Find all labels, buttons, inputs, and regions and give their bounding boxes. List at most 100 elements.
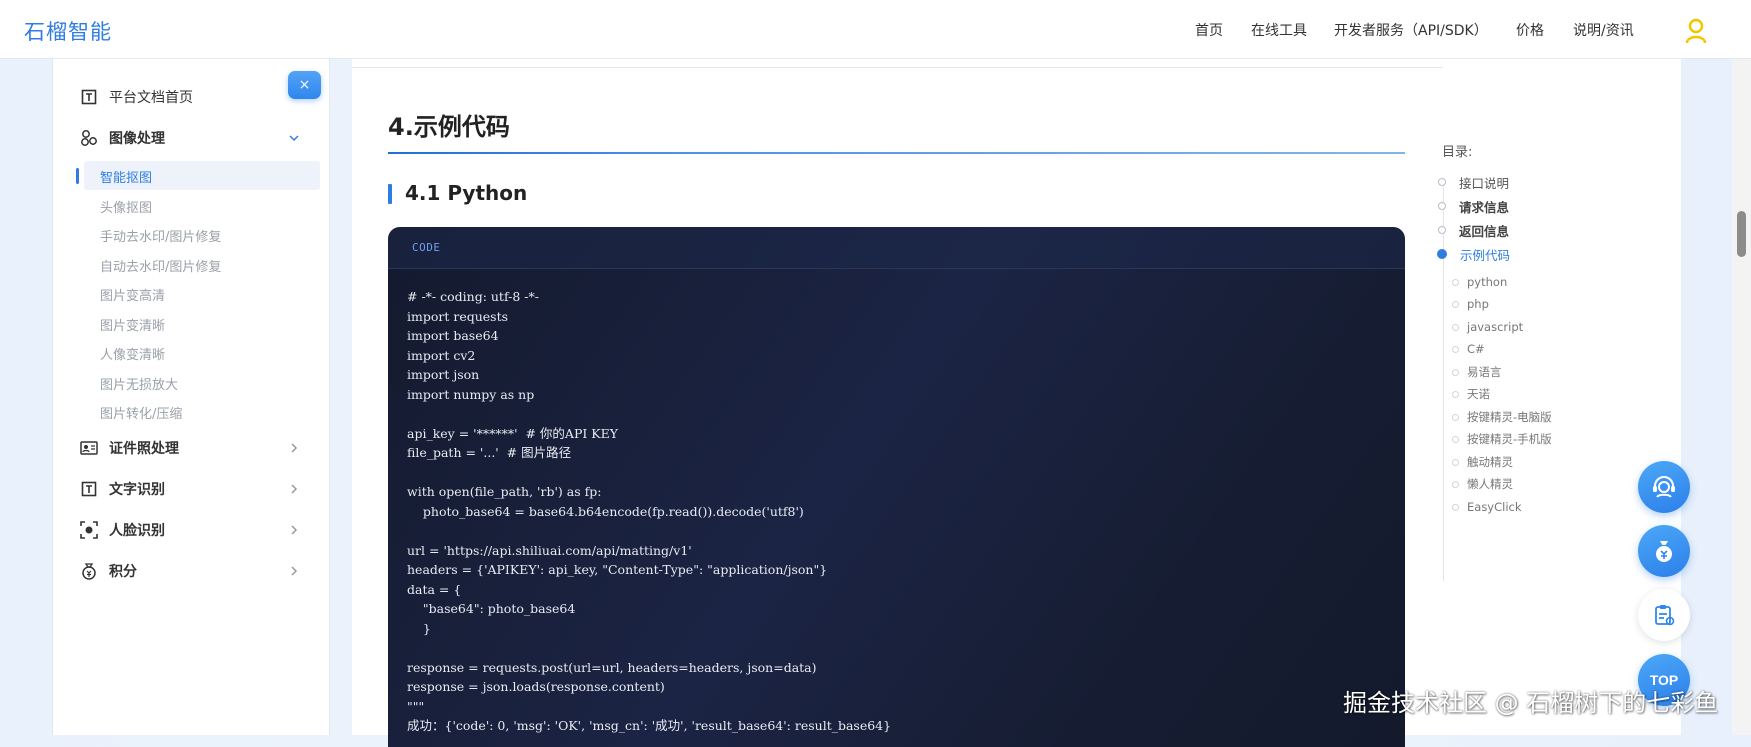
sidebar-group-ocr[interactable]: 文字识别 [79,478,165,500]
sidebar-subitem-hd[interactable]: 图片变高清 [100,285,165,304]
toc-sub-lazy-sprite[interactable]: 懒人精灵 [1452,476,1513,492]
user-icon[interactable] [1684,18,1708,44]
top-header: 石榴智能 首页 在线工具 开发者服务（API/SDK） 价格 说明/资讯 [0,0,1751,59]
toc-sub-label: python [1467,275,1508,289]
sidebar-group-label: 文字识别 [109,482,165,498]
code-content[interactable]: # -*- coding: utf-8 -*- import requests im… [407,287,891,736]
code-language-label: CODE [412,241,441,254]
page-scrollbar[interactable] [1732,59,1751,735]
toc-item-label: 示例代码 [1460,247,1511,263]
toc-sub-touch-sprite[interactable]: 触动精灵 [1452,454,1513,470]
nav-home[interactable]: 首页 [1195,20,1223,40]
nav-docs-news[interactable]: 说明/资讯 [1573,20,1634,40]
toc-sub-javascript[interactable]: javascript [1452,319,1524,335]
chevron-right-icon[interactable] [287,523,301,537]
toc-dot [1452,435,1459,443]
code-line: response = json.loads(response.content) [407,679,665,694]
toc-item-label: 请求信息 [1459,199,1510,215]
points-button[interactable] [1638,525,1690,577]
chevron-down-icon[interactable] [287,131,301,145]
main-content: 4.示例代码 4.1 Python CODE # -*- coding: utf… [352,59,1681,747]
sidebar-group-face[interactable]: 人脸识别 [79,519,165,541]
toc-dot [1452,458,1459,466]
money-bag-icon [79,561,99,581]
toc-dot [1452,480,1459,488]
heading-underline [388,152,1405,154]
toc-sub-label: 按键精灵-手机版 [1467,432,1552,446]
toc-title: 目录: [1442,145,1473,160]
code-line: response = requests.post(url=url, header… [407,659,817,675]
toc-rail [1443,181,1444,581]
chevron-right-icon[interactable] [287,564,301,578]
toc-sub-ajjl-pc[interactable]: 按键精灵-电脑版 [1452,409,1552,425]
nav-online-tools[interactable]: 在线工具 [1251,20,1307,40]
toc-sub-label: php [1467,297,1489,311]
code-line: """ [407,698,425,714]
clipboard-icon [1655,605,1675,626]
text-doc-icon [79,87,99,107]
toc-sub-label: 触动精灵 [1467,455,1513,469]
toc-dot [1452,368,1459,376]
toc-sub-csharp[interactable]: C# [1452,341,1485,357]
id-card-icon [79,438,99,458]
toc-sub-python[interactable]: python [1452,274,1508,290]
nav-pricing[interactable]: 价格 [1516,20,1544,40]
toc-dot [1452,503,1459,511]
scrollbar-thumb[interactable] [1737,211,1746,257]
toc-sub-php[interactable]: php [1452,296,1489,312]
toc-sub-label: javascript [1467,320,1524,334]
sidebar-subitem-auto-watermark[interactable]: 自动去水印/图片修复 [100,256,221,275]
nav-developer-services[interactable]: 开发者服务（API/SDK） [1334,20,1488,40]
sidebar-subitem-smart-matting[interactable]: 智能抠图 [100,167,152,186]
toc-dot [1452,345,1459,353]
toc-dot [1438,226,1446,234]
toc-item-interface[interactable]: 接口说明 [1438,173,1510,191]
code-line: photo_base64 = base64.b64encode(fp.read(… [407,503,804,519]
sidebar-group-label: 图像处理 [109,131,165,147]
toc-dot [1438,178,1446,186]
image-processing-icon [79,128,99,148]
customer-service-button[interactable] [1638,461,1690,513]
toc-dot-active [1437,249,1447,259]
toc-sub-easyclick[interactable]: EasyClick [1452,499,1522,515]
chevron-right-icon[interactable] [287,482,301,496]
site-logo[interactable]: 石榴智能 [24,16,112,46]
sidebar-subitem-sharpen[interactable]: 图片变清晰 [100,315,165,334]
toc-sub-ajjl-mobile[interactable]: 按键精灵-手机版 [1452,431,1552,447]
code-line: import base64 [407,328,499,343]
sidebar-group-points[interactable]: 积分 [79,560,137,582]
sidebar-group-image[interactable]: 图像处理 [79,127,165,149]
sidebar-subitem-portrait[interactable]: 人像变清晰 [100,344,165,363]
subsection-heading: 4.1 Python [405,181,528,205]
code-block[interactable]: CODE # -*- coding: utf-8 -*- import reque… [388,227,1405,747]
code-line: import cv2 [407,347,476,363]
code-line: with open(file_path, 'rb') as fp: [407,484,602,499]
toc-item-label: 接口说明 [1459,175,1510,191]
code-line: import requests [407,308,509,324]
toc-sub-tiannuo[interactable]: 天诺 [1452,386,1490,402]
toc-item-response[interactable]: 返回信息 [1438,221,1509,239]
sidebar-subitem-avatar-matting[interactable]: 头像抠图 [100,197,152,216]
code-line: } [407,620,431,636]
toc-sub-label: C# [1467,342,1485,356]
code-line: 成功：{'code': 0, 'msg': 'OK', 'msg_cn': '成… [407,718,892,733]
active-indicator [76,168,79,184]
sidebar-group-id-photo[interactable]: 证件照处理 [79,437,179,459]
money-bag-icon [1656,541,1672,562]
toc-item-example[interactable]: 示例代码 [1437,245,1511,263]
sidebar-item-home[interactable]: 平台文档首页 [79,86,193,108]
clipboard-button[interactable] [1638,589,1690,641]
sidebar-subitem-upscale[interactable]: 图片无损放大 [100,374,178,393]
toc-sub-label: 天诺 [1467,387,1490,401]
sidebar-subitem-convert[interactable]: 图片转化/压缩 [100,403,182,422]
toc-item-request[interactable]: 请求信息 [1438,197,1510,215]
toc-sub-eyuyan[interactable]: 易语言 [1452,364,1502,380]
close-sidebar-button[interactable]: × [288,71,321,99]
code-header: CODE [388,227,1405,269]
code-line: "base64": photo_base64 [407,601,576,616]
chevron-right-icon[interactable] [287,441,301,455]
code-line: headers = {'APIKEY': api_key, "Content-T… [407,562,828,577]
sidebar-subitem-manual-watermark[interactable]: 手动去水印/图片修复 [100,226,221,245]
